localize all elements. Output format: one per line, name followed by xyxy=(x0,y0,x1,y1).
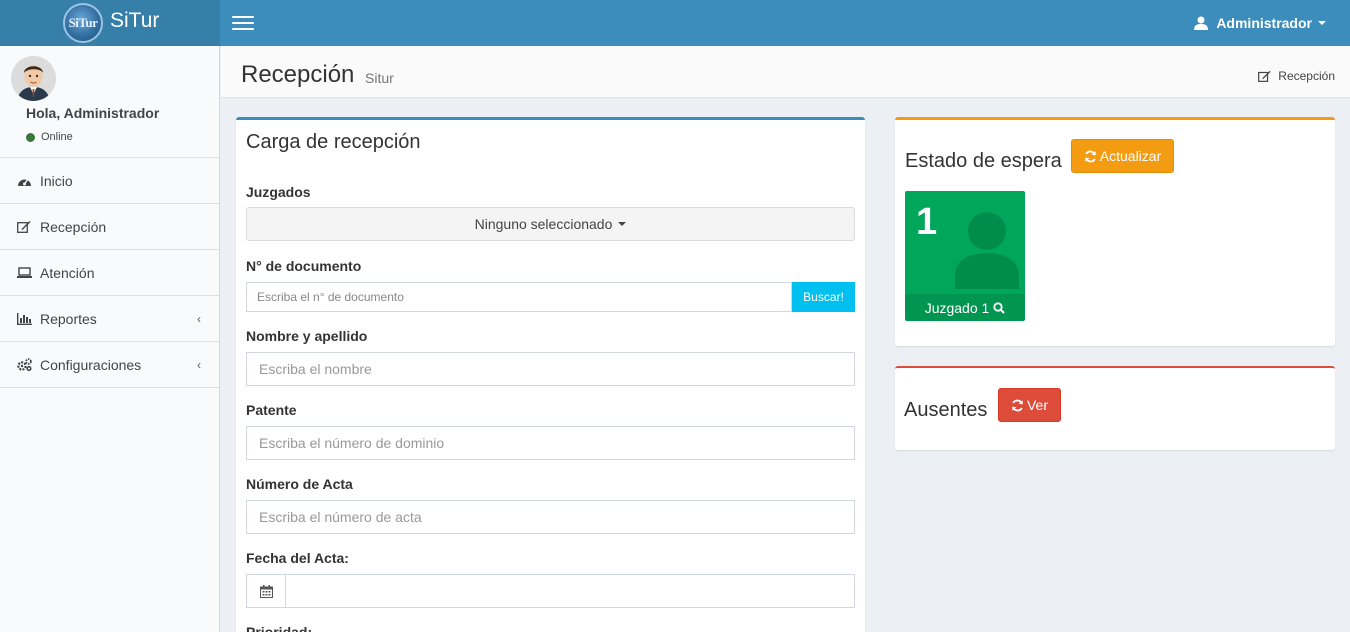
waiting-title: Estado de espera xyxy=(905,150,1062,172)
caret-down-icon xyxy=(1318,21,1326,25)
waiting-count: 1 xyxy=(916,201,938,243)
page-subtitle: Situr xyxy=(365,70,394,86)
acta-input[interactable]: Escriba el número de acta xyxy=(246,500,855,534)
reception-form-box: Carga de recepción Juzgados Ninguno sele… xyxy=(236,117,865,632)
search-icon xyxy=(993,301,1006,314)
caret-down-icon xyxy=(618,222,627,226)
patente-label: Patente xyxy=(246,402,297,418)
refresh-icon xyxy=(1084,150,1096,162)
fecha-label: Fecha del Acta: xyxy=(246,550,349,566)
brand-name: SiTur xyxy=(110,9,160,32)
documento-input[interactable]: Escriba el n° de documento xyxy=(246,282,792,312)
page-title: Recepción xyxy=(241,61,355,88)
sidebar-item-recepcion[interactable]: Recepción xyxy=(0,204,219,250)
online-dot-icon xyxy=(26,132,35,142)
chevron-left-icon: ‹ xyxy=(197,358,201,372)
absent-box: Ausentes Ver xyxy=(895,366,1335,450)
edit-icon xyxy=(16,220,32,234)
gears-icon xyxy=(16,358,32,372)
user-menu-dropdown[interactable]: Administrador xyxy=(1194,0,1326,46)
nombre-input[interactable]: Escriba el nombre xyxy=(246,352,855,386)
juzgados-label: Juzgados xyxy=(246,184,311,200)
person-icon xyxy=(955,212,1019,289)
content-header: Recepción Situr Recepción xyxy=(221,46,1350,98)
fecha-input[interactable] xyxy=(286,575,854,607)
acta-label: Número de Acta xyxy=(246,476,353,492)
sidebar-item-configuraciones[interactable]: Configuraciones ‹ xyxy=(0,342,219,388)
fecha-input-group xyxy=(246,574,855,608)
juzgado-footer-link[interactable]: Juzgado 1 xyxy=(905,294,1025,321)
sidebar-item-label: Configuraciones xyxy=(40,356,142,373)
prioridad-label: Prioridad: xyxy=(246,624,313,632)
sidebar-item-label: Reportes xyxy=(40,310,97,327)
form-title: Carga de recepción xyxy=(246,131,421,153)
patente-input[interactable]: Escriba el número de dominio xyxy=(246,426,855,460)
actualizar-button[interactable]: Actualizar xyxy=(1071,139,1174,173)
edit-icon xyxy=(1258,70,1271,82)
avatar xyxy=(11,56,56,101)
sidebar-item-reportes[interactable]: Reportes ‹ xyxy=(0,296,219,342)
buscar-button[interactable]: Buscar! xyxy=(792,282,855,312)
dashboard-icon xyxy=(16,174,32,188)
chevron-left-icon: ‹ xyxy=(197,312,201,326)
sidebar-item-atencion[interactable]: Atención xyxy=(0,250,219,296)
sidebar-item-inicio[interactable]: Inicio xyxy=(0,158,219,204)
sidebar-item-label: Recepción xyxy=(40,218,107,235)
juzgados-select[interactable]: Ninguno seleccionado xyxy=(246,207,855,241)
bar-chart-icon xyxy=(16,312,32,326)
situr-logo-emblem: SiTur xyxy=(63,3,103,43)
waiting-status-box: Estado de espera Actualizar 1 Juzgado 1 xyxy=(895,117,1335,346)
status-badge: Online xyxy=(26,131,73,143)
user-icon xyxy=(1194,16,1209,30)
juzgado-stat-box[interactable]: 1 Juzgado 1 xyxy=(905,191,1025,321)
ver-button[interactable]: Ver xyxy=(998,388,1061,422)
logo-area[interactable]: SiTur SiTur xyxy=(0,0,220,46)
user-panel: Hola, Administrador Online xyxy=(0,46,219,158)
laptop-icon xyxy=(16,266,32,280)
user-menu-label: Administrador xyxy=(1216,15,1312,31)
top-navbar: Administrador xyxy=(220,0,1350,46)
refresh-icon xyxy=(1012,399,1023,411)
nombre-label: Nombre y apellido xyxy=(246,328,368,344)
breadcrumb[interactable]: Recepción xyxy=(1258,69,1335,83)
user-greeting: Hola, Administrador xyxy=(26,105,160,121)
documento-label: N° de documento xyxy=(246,258,362,274)
absent-title: Ausentes xyxy=(904,399,988,421)
calendar-icon[interactable] xyxy=(247,575,286,607)
sidebar-item-label: Inicio xyxy=(40,172,73,189)
sidebar: Hola, Administrador Online Inicio Recepc… xyxy=(0,46,220,632)
sidebar-toggle-icon[interactable] xyxy=(232,13,254,31)
sidebar-item-label: Atención xyxy=(40,264,95,281)
